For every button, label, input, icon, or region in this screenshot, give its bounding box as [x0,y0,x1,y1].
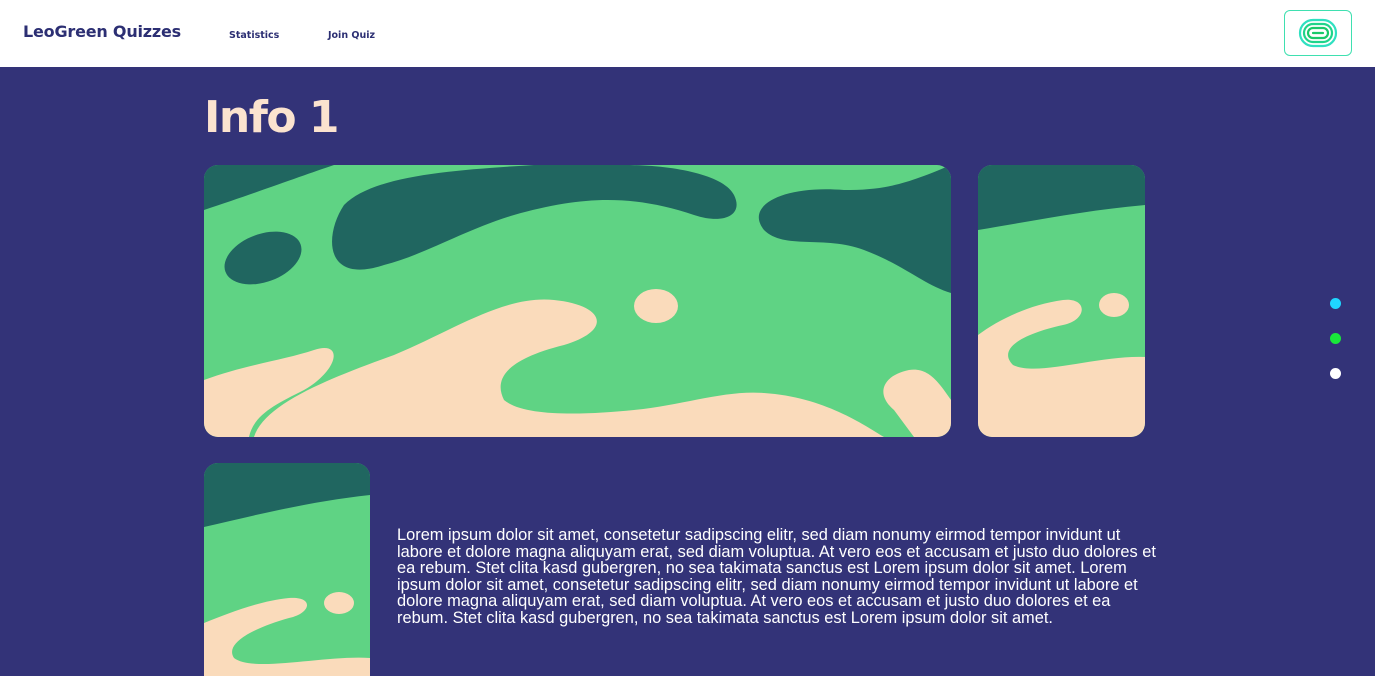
nav-statistics-link[interactable]: Statistics [229,30,279,41]
brand-logo-text[interactable]: LeoGreen Quizzes [23,22,181,41]
info-paragraph: Lorem ipsum dolor sit amet, consetetur s… [397,526,1156,627]
illustration-landscape-wide [204,165,951,437]
slide-dot-1[interactable] [1330,298,1341,309]
page-title: Info 1 [204,92,340,143]
top-navigation-bar: LeoGreen Quizzes Statistics Join Quiz [0,0,1375,67]
illustration-landscape-tall [978,165,1145,437]
slide-dot-2[interactable] [1330,333,1341,344]
slide-dot-3[interactable] [1330,368,1341,379]
leogreen-logo-icon[interactable] [1284,10,1352,56]
illustration-landscape-small [204,463,370,676]
nav-join-quiz-link[interactable]: Join Quiz [328,30,375,41]
slide-pagination [1330,298,1342,403]
